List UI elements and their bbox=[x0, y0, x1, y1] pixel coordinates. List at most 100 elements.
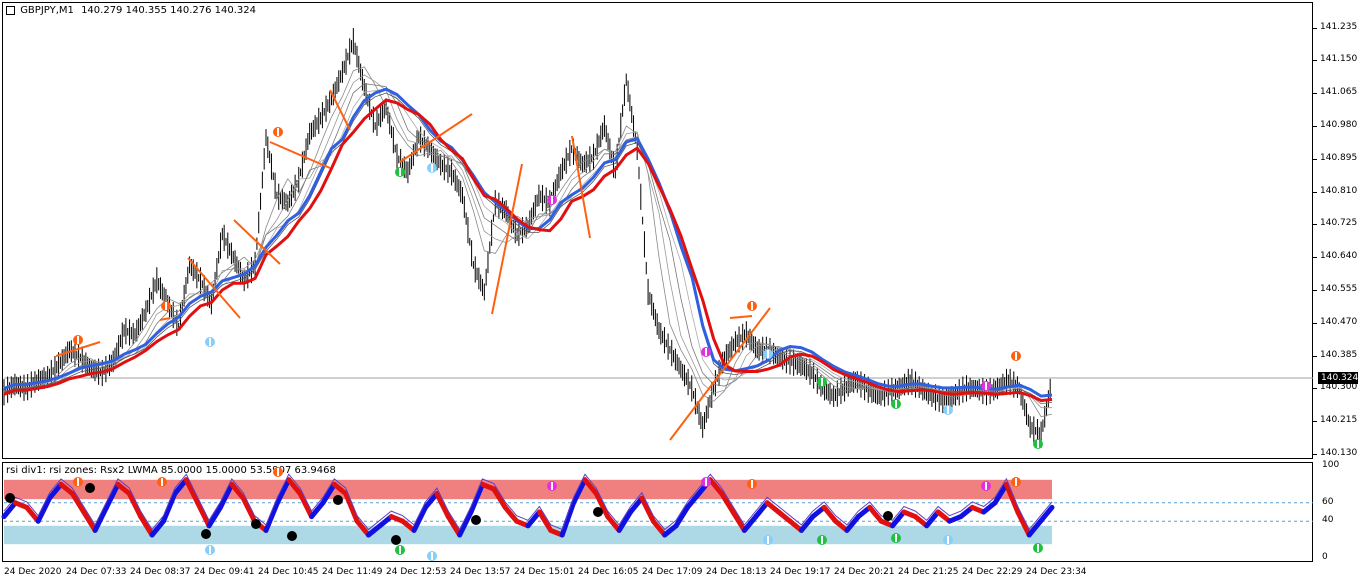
divergence-dot-icon bbox=[85, 483, 95, 493]
signal-arrow-icon bbox=[77, 478, 79, 486]
divergence-dot-icon bbox=[287, 531, 297, 541]
ma-blue-line bbox=[3, 87, 1053, 398]
signal-arrow-icon bbox=[751, 480, 753, 488]
price-axis-tick bbox=[1313, 388, 1317, 390]
rsx-segment bbox=[35, 495, 53, 524]
time-axis-label: 24 Dec 11:49 bbox=[322, 567, 383, 577]
price-axis-tick bbox=[1313, 454, 1317, 455]
trend-line bbox=[233, 219, 281, 265]
price-axis-label: 140.130 bbox=[1320, 448, 1358, 458]
signal-arrow-icon bbox=[767, 536, 769, 544]
signal-arrow-icon bbox=[1037, 544, 1039, 552]
rsx-segment bbox=[195, 500, 212, 529]
price-axis-label: 140.810 bbox=[1320, 185, 1358, 196]
price-axis-tick bbox=[1313, 126, 1317, 128]
price-axis-label: 140.725 bbox=[1320, 218, 1358, 229]
divergence-dot-icon bbox=[593, 507, 603, 517]
signal-arrow-icon bbox=[767, 350, 769, 358]
time-axis-label: 24 Dec 19:17 bbox=[770, 567, 831, 577]
ma-red-line bbox=[3, 98, 1053, 403]
chart-canvas bbox=[1, 28, 1313, 561]
time-axis-label: 24 Dec 17:09 bbox=[642, 567, 703, 577]
time-axis-label: 24 Dec 2020 bbox=[4, 567, 62, 577]
time-axis-label: 24 Dec 10:45 bbox=[258, 567, 319, 577]
price-axis-tick bbox=[1313, 60, 1317, 62]
rsx-segment bbox=[673, 504, 690, 529]
time-axis-label: 24 Dec 15:01 bbox=[514, 567, 575, 577]
time-axis-label: 24 Dec 09:41 bbox=[194, 567, 255, 577]
indicator-axis-label: 60 bbox=[1322, 496, 1334, 507]
price-axis-tick bbox=[1313, 224, 1317, 226]
signal-arrow-icon bbox=[985, 382, 987, 390]
signal-arrow-icon bbox=[1015, 352, 1017, 360]
price-axis-tick bbox=[1313, 27, 1317, 29]
price-axis-label: 140.215 bbox=[1320, 415, 1358, 426]
ma-ribbon-line bbox=[3, 92, 1053, 401]
signal-arrow-icon bbox=[751, 302, 753, 310]
indicator-axis-label: 0 bbox=[1322, 552, 1328, 562]
ma-ribbon-line bbox=[3, 66, 1053, 418]
time-axis-label: 24 Dec 22:29 bbox=[962, 567, 1023, 577]
price-axis-label: 140.640 bbox=[1320, 251, 1358, 262]
price-axis-label: 140.980 bbox=[1320, 120, 1358, 131]
price-axis-label: 140.470 bbox=[1320, 316, 1358, 327]
signal-arrow-icon bbox=[947, 536, 949, 544]
rsx-segment bbox=[240, 495, 258, 524]
divergence-dot-icon bbox=[471, 515, 481, 525]
signal-arrow-icon bbox=[895, 534, 897, 542]
signal-arrow-icon bbox=[431, 164, 433, 172]
price-axis-tick bbox=[1313, 290, 1317, 292]
ma-ribbon-line bbox=[3, 88, 1053, 403]
signal-arrow-icon bbox=[277, 468, 279, 476]
price-axis-tick bbox=[1313, 257, 1317, 259]
divergence-dot-icon bbox=[333, 495, 343, 505]
price-axis-tick bbox=[1313, 158, 1317, 160]
price-axis-tick bbox=[1313, 421, 1317, 423]
signal-arrow-icon bbox=[551, 482, 553, 490]
price-axis-tick bbox=[1313, 355, 1317, 357]
signal-arrow-icon bbox=[1037, 440, 1039, 448]
price-axis-tick bbox=[1313, 93, 1317, 95]
signal-arrow-icon bbox=[947, 406, 949, 414]
signal-arrow-icon bbox=[277, 128, 279, 136]
signal-arrow-icon bbox=[821, 378, 823, 386]
divergence-dot-icon bbox=[5, 493, 15, 503]
time-axis-label: 24 Dec 23:34 bbox=[1026, 567, 1087, 577]
signal-arrow-icon bbox=[209, 546, 211, 554]
divergence-dot-icon bbox=[201, 529, 211, 539]
signal-arrow-icon bbox=[985, 482, 987, 490]
time-axis-label: 24 Dec 08:37 bbox=[130, 567, 191, 577]
signal-arrow-icon bbox=[431, 552, 433, 560]
price-axis-tick bbox=[1313, 191, 1317, 193]
trend-line bbox=[269, 141, 331, 169]
time-axis-label: 24 Dec 20:21 bbox=[834, 567, 895, 577]
ma-ribbon-line bbox=[3, 83, 1053, 405]
signal-arrow-icon bbox=[821, 536, 823, 544]
signal-arrow-icon bbox=[705, 348, 707, 356]
time-axis-label: 24 Dec 18:13 bbox=[706, 567, 767, 577]
rsx-segment bbox=[639, 495, 656, 524]
signal-arrow-icon bbox=[399, 168, 401, 176]
trend-line bbox=[669, 307, 771, 441]
divergence-dot-icon bbox=[251, 519, 261, 529]
indicator-axis-label: 100 bbox=[1322, 460, 1340, 470]
signal-arrow-icon bbox=[1015, 478, 1017, 486]
time-axis-label: 24 Dec 07:33 bbox=[66, 567, 127, 577]
signal-arrow-icon bbox=[399, 546, 401, 554]
trend-line bbox=[729, 315, 753, 319]
divergence-dot-icon bbox=[391, 535, 401, 545]
signal-arrow-icon bbox=[551, 196, 553, 204]
price-axis-label: 141.065 bbox=[1320, 87, 1358, 98]
signal-arrow-icon bbox=[209, 338, 211, 346]
time-axis-label: 24 Dec 13:57 bbox=[450, 567, 511, 577]
price-axis-label: 140.895 bbox=[1320, 152, 1358, 163]
time-axis-label: 24 Dec 12:53 bbox=[386, 567, 447, 577]
ma-ribbon-line bbox=[3, 74, 1052, 409]
price-axis-tick bbox=[1313, 322, 1317, 324]
signal-arrow-icon bbox=[165, 302, 167, 310]
signal-arrow-icon bbox=[77, 336, 79, 344]
price-axis-label: 140.300 bbox=[1320, 382, 1358, 393]
time-axis-label: 24 Dec 16:05 bbox=[578, 567, 639, 577]
price-axis-label: 141.150 bbox=[1320, 54, 1358, 65]
signal-arrow-icon bbox=[161, 478, 163, 486]
